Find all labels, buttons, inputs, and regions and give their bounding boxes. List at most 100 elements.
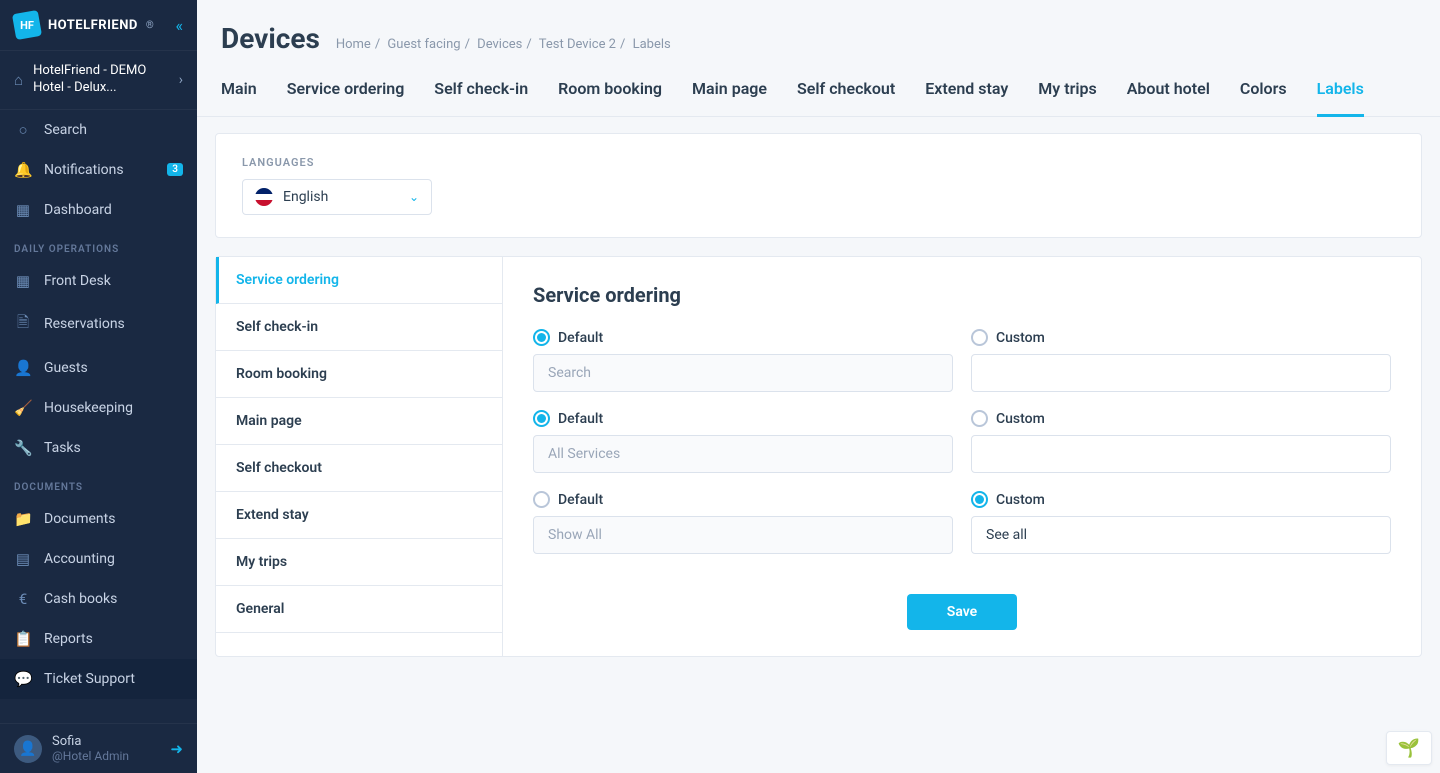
label-row-1: Default Custom: [533, 329, 1391, 392]
crumb-home[interactable]: Home: [336, 37, 371, 52]
languages-label: LANGUAGES: [242, 156, 1395, 169]
labels-editor: Service ordering Self check-in Room book…: [215, 256, 1422, 657]
file-icon: 🗎: [14, 312, 32, 337]
nav-tasks[interactable]: 🔧Tasks: [0, 428, 197, 468]
collapse-sidebar-icon[interactable]: «: [175, 16, 183, 35]
form-area: Service ordering Default Custom: [503, 257, 1421, 656]
user-role: @Hotel Admin: [52, 749, 160, 763]
bell-icon: 🔔: [14, 161, 32, 179]
person-icon: 👤: [14, 359, 32, 377]
tab-my-trips[interactable]: My trips: [1038, 79, 1096, 117]
tab-self-checkout[interactable]: Self checkout: [797, 79, 895, 117]
custom-input-1[interactable]: [971, 354, 1391, 392]
logo-cube-icon: HF: [12, 10, 42, 40]
radio-custom-1[interactable]: [971, 329, 988, 346]
corner-widget[interactable]: 🌱: [1386, 731, 1432, 765]
folder-icon: 📁: [14, 510, 32, 528]
calendar-icon: ▦: [14, 272, 32, 290]
tab-about-hotel[interactable]: About hotel: [1127, 79, 1210, 117]
save-button[interactable]: Save: [907, 594, 1017, 630]
nav-documents[interactable]: 📁Documents: [0, 499, 197, 539]
user-info: Sofia @Hotel Admin: [52, 734, 160, 763]
form-title: Service ordering: [533, 283, 1391, 307]
default-input-3: [533, 516, 953, 554]
custom-label: Custom: [996, 330, 1045, 346]
page-header: Devices Home/ Guest facing/ Devices/ Tes…: [197, 0, 1440, 55]
label-row-2: Default Custom: [533, 410, 1391, 473]
tab-colors[interactable]: Colors: [1240, 79, 1287, 117]
vtab-room-booking[interactable]: Room booking: [216, 351, 502, 398]
vtab-self-check-in[interactable]: Self check-in: [216, 304, 502, 351]
top-tabs: Main Service ordering Self check-in Room…: [197, 55, 1440, 117]
leaf-icon: 🌱: [1398, 738, 1420, 759]
vtab-service-ordering[interactable]: Service ordering: [216, 257, 502, 304]
tab-labels[interactable]: Labels: [1317, 79, 1364, 117]
main-content: Devices Home/ Guest facing/ Devices/ Tes…: [197, 0, 1440, 773]
vtab-general[interactable]: General: [216, 586, 502, 633]
vtab-my-trips[interactable]: My trips: [216, 539, 502, 586]
broom-icon: 🧹: [14, 399, 32, 417]
nav-reports[interactable]: 📋Reports: [0, 619, 197, 659]
home-icon: ⌂: [14, 71, 23, 89]
nav-housekeeping[interactable]: 🧹Housekeeping: [0, 388, 197, 428]
breadcrumb: Home/ Guest facing/ Devices/ Test Device…: [336, 37, 671, 52]
flag-uk-icon: [255, 188, 273, 206]
nav-dashboard[interactable]: ▦ Dashboard: [0, 190, 197, 230]
crumb-labels: Labels: [633, 37, 671, 52]
default-label: Default: [558, 330, 603, 346]
logout-icon[interactable]: ➜: [170, 740, 183, 758]
tab-extend-stay[interactable]: Extend stay: [925, 79, 1008, 117]
sidebar: HF HOTELFRIEND ® « ⌂ HotelFriend - DEMO …: [0, 0, 197, 773]
dashboard-icon: ▦: [14, 201, 32, 219]
user-avatar[interactable]: 👤: [14, 735, 42, 763]
custom-input-3[interactable]: [971, 516, 1391, 554]
wrench-icon: 🔧: [14, 439, 32, 457]
search-icon: ○: [14, 121, 32, 139]
language-select[interactable]: English ⌄: [242, 179, 432, 215]
euro-icon: €: [14, 590, 32, 608]
tab-self-check-in[interactable]: Self check-in: [434, 79, 528, 117]
tab-main[interactable]: Main: [221, 79, 257, 117]
chat-icon: 💬: [14, 670, 32, 688]
sidebar-header: HF HOTELFRIEND ® «: [0, 0, 197, 51]
nav-front-desk[interactable]: ▦Front Desk: [0, 261, 197, 301]
language-card: LANGUAGES English ⌄: [215, 133, 1422, 238]
vtab-extend-stay[interactable]: Extend stay: [216, 492, 502, 539]
page-title: Devices: [221, 22, 320, 55]
nav-cash-books[interactable]: €Cash books: [0, 579, 197, 619]
label-row-3: Default Custom: [533, 491, 1391, 554]
radio-custom-3[interactable]: [971, 491, 988, 508]
default-input-2: [533, 435, 953, 473]
radio-custom-2[interactable]: [971, 410, 988, 427]
nav-ticket-support[interactable]: 💬Ticket Support: [0, 659, 197, 699]
radio-default-2[interactable]: [533, 410, 550, 427]
nav-reservations[interactable]: 🗎Reservations: [0, 301, 197, 348]
crumb-test-device[interactable]: Test Device 2: [539, 37, 616, 52]
custom-input-2[interactable]: [971, 435, 1391, 473]
section-documents: DOCUMENTS: [0, 468, 197, 499]
tab-room-booking[interactable]: Room booking: [558, 79, 662, 117]
vtab-self-checkout[interactable]: Self checkout: [216, 445, 502, 492]
tab-service-ordering[interactable]: Service ordering: [287, 79, 405, 117]
radio-default-1[interactable]: [533, 329, 550, 346]
sidebar-scroll: ○ Search 🔔 Notifications 3 ▦ Dashboard D…: [0, 110, 197, 723]
sidebar-footer: 👤 Sofia @Hotel Admin ➜: [0, 723, 197, 773]
hotel-name: HotelFriend - DEMO Hotel - Delux...: [33, 63, 169, 97]
chevron-right-icon: ›: [179, 72, 183, 88]
grid-icon: ▤: [14, 550, 32, 568]
notification-badge: 3: [167, 163, 183, 176]
crumb-devices[interactable]: Devices: [477, 37, 522, 52]
nav-guests[interactable]: 👤Guests: [0, 348, 197, 388]
user-name: Sofia: [52, 734, 160, 749]
hotel-selector[interactable]: ⌂ HotelFriend - DEMO Hotel - Delux... ›: [0, 51, 197, 110]
brand-logo[interactable]: HF HOTELFRIEND ®: [14, 12, 154, 38]
nav-notifications[interactable]: 🔔 Notifications 3: [0, 150, 197, 190]
radio-default-3[interactable]: [533, 491, 550, 508]
language-name: English: [283, 189, 399, 205]
nav-search[interactable]: ○ Search: [0, 110, 197, 150]
vertical-tabs: Service ordering Self check-in Room book…: [216, 257, 503, 656]
vtab-main-page[interactable]: Main page: [216, 398, 502, 445]
crumb-guest-facing[interactable]: Guest facing: [387, 37, 460, 52]
nav-accounting[interactable]: ▤Accounting: [0, 539, 197, 579]
tab-main-page[interactable]: Main page: [692, 79, 767, 117]
